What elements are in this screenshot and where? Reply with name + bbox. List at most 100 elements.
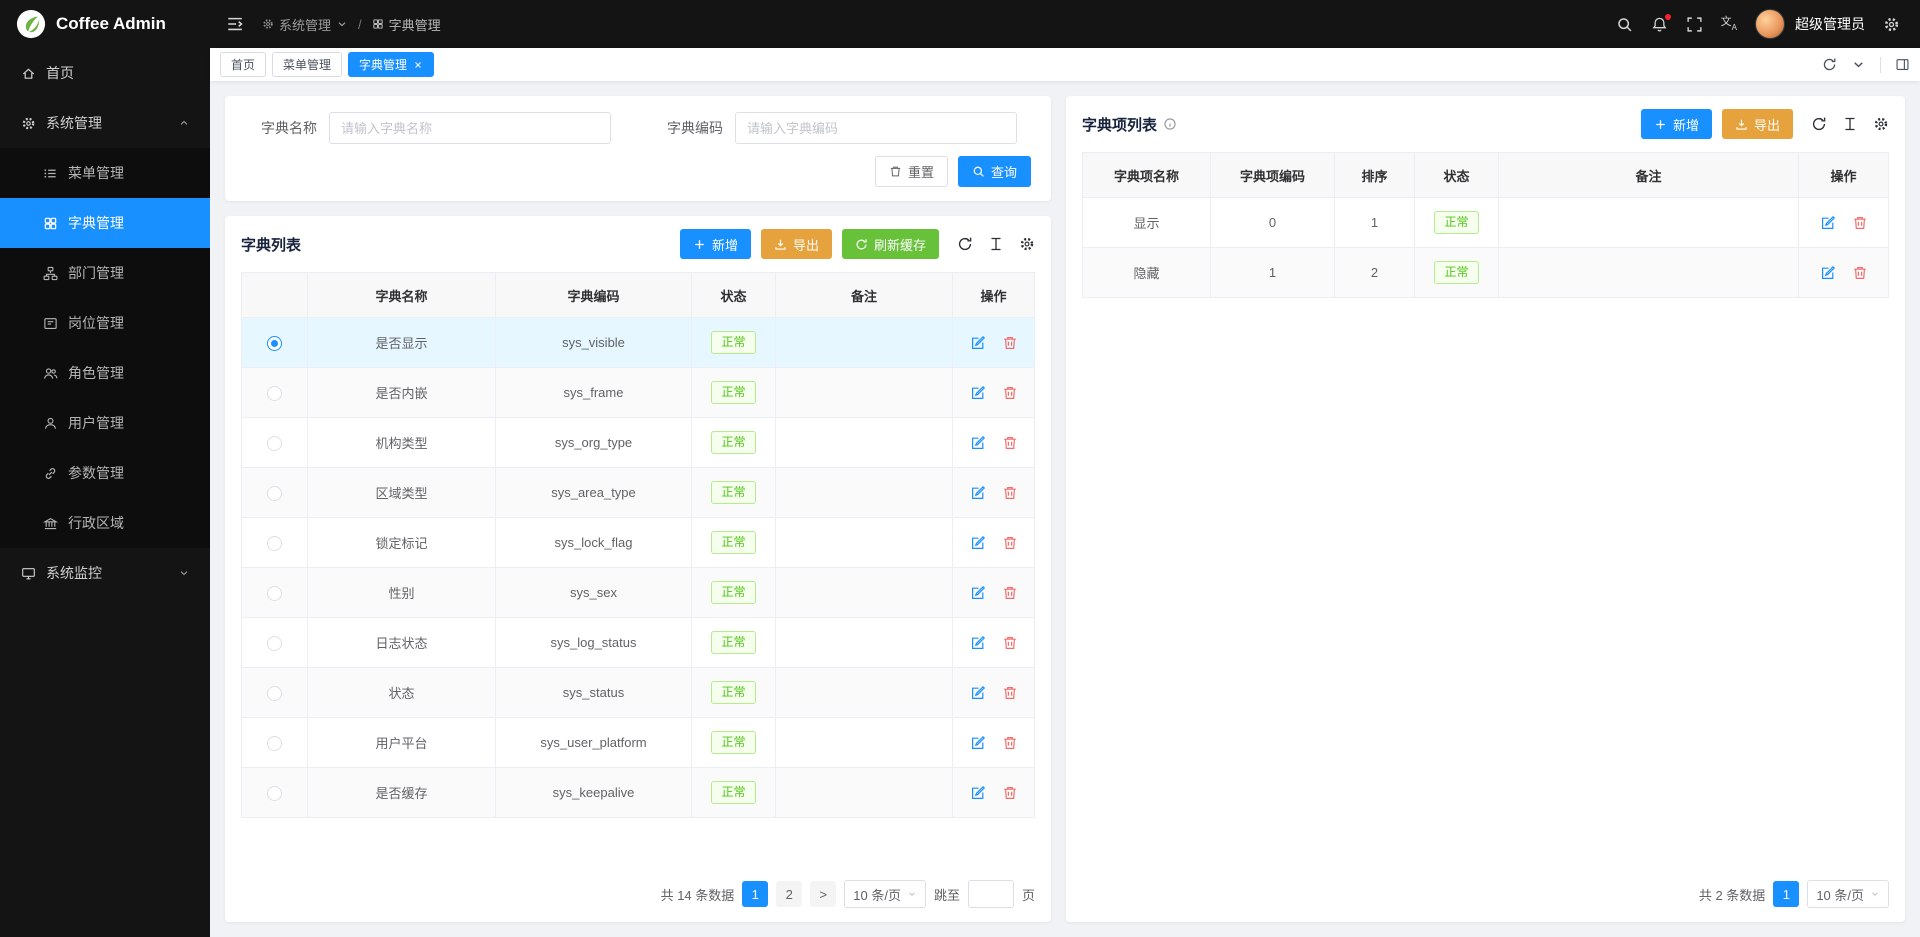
avatar[interactable] bbox=[1755, 9, 1785, 39]
edit-icon[interactable] bbox=[970, 785, 986, 801]
dict-code-cell: sys_user_platform bbox=[496, 718, 692, 768]
dict-name-input[interactable] bbox=[329, 112, 611, 144]
edit-icon[interactable] bbox=[970, 585, 986, 601]
edit-icon[interactable] bbox=[970, 335, 986, 351]
settings-gear-icon[interactable] bbox=[1883, 16, 1900, 33]
search-icon[interactable] bbox=[1616, 16, 1633, 33]
fullscreen-icon[interactable] bbox=[1686, 16, 1703, 33]
app-root: Coffee Admin 首页 系统管理 菜单管理 字典管理 bbox=[0, 0, 1920, 937]
table-row[interactable]: 是否缓存sys_keepalive正常 bbox=[242, 768, 1035, 818]
refresh-icon[interactable] bbox=[1822, 57, 1837, 72]
refresh-icon[interactable] bbox=[1811, 116, 1827, 132]
sidebar-item-system-monitor[interactable]: 系统监控 bbox=[0, 548, 210, 598]
table-row[interactable]: 日志状态sys_log_status正常 bbox=[242, 618, 1035, 668]
sidebar-item-home[interactable]: 首页 bbox=[0, 48, 210, 98]
sidebar-collapse-icon[interactable] bbox=[226, 15, 244, 33]
table-row[interactable]: 显示01正常 bbox=[1083, 198, 1889, 248]
tab-dict-management[interactable]: 字典管理 bbox=[348, 52, 434, 77]
row-radio[interactable] bbox=[267, 336, 282, 351]
delete-icon[interactable] bbox=[1002, 585, 1018, 601]
bell-icon[interactable] bbox=[1651, 16, 1668, 33]
delete-icon[interactable] bbox=[1002, 535, 1018, 551]
sidebar-item-dict-management[interactable]: 字典管理 bbox=[0, 198, 210, 248]
delete-icon[interactable] bbox=[1002, 335, 1018, 351]
translate-icon[interactable]: 文A bbox=[1721, 17, 1737, 32]
table-row[interactable]: 锁定标记sys_lock_flag正常 bbox=[242, 518, 1035, 568]
tab-home[interactable]: 首页 bbox=[220, 52, 266, 77]
edit-icon[interactable] bbox=[970, 535, 986, 551]
row-radio[interactable] bbox=[267, 486, 282, 501]
delete-icon[interactable] bbox=[1852, 265, 1868, 281]
sidebar-item-menu-management[interactable]: 菜单管理 bbox=[0, 148, 210, 198]
page-number-button[interactable]: 1 bbox=[1773, 881, 1799, 907]
row-radio[interactable] bbox=[267, 586, 282, 601]
row-radio[interactable] bbox=[267, 686, 282, 701]
sidebar-item-user-management[interactable]: 用户管理 bbox=[0, 398, 210, 448]
delete-icon[interactable] bbox=[1002, 385, 1018, 401]
query-button[interactable]: 查询 bbox=[958, 156, 1031, 187]
chevron-down-icon[interactable] bbox=[1851, 57, 1866, 72]
row-radio[interactable] bbox=[267, 536, 282, 551]
table-row[interactable]: 是否内嵌sys_frame正常 bbox=[242, 368, 1035, 418]
row-radio[interactable] bbox=[267, 436, 282, 451]
jump-label: 跳至 bbox=[934, 885, 960, 904]
delete-icon[interactable] bbox=[1002, 635, 1018, 651]
sidebar-item-post-management[interactable]: 岗位管理 bbox=[0, 298, 210, 348]
tab-menu-management[interactable]: 菜单管理 bbox=[272, 52, 342, 77]
column-settings-gear-icon[interactable] bbox=[1019, 236, 1035, 252]
table-row[interactable]: 隐藏12正常 bbox=[1083, 248, 1889, 298]
refresh-icon[interactable] bbox=[957, 236, 973, 252]
edit-icon[interactable] bbox=[970, 735, 986, 751]
row-radio[interactable] bbox=[267, 786, 282, 801]
close-icon[interactable] bbox=[413, 60, 423, 70]
info-icon[interactable] bbox=[1163, 117, 1177, 131]
jump-page-input[interactable] bbox=[968, 880, 1014, 908]
table-size-icon[interactable] bbox=[1842, 116, 1858, 132]
refresh-cache-button[interactable]: 刷新缓存 bbox=[842, 229, 939, 259]
table-size-icon[interactable] bbox=[988, 236, 1004, 252]
edit-icon[interactable] bbox=[970, 685, 986, 701]
table-row[interactable]: 用户平台sys_user_platform正常 bbox=[242, 718, 1035, 768]
edit-icon[interactable] bbox=[1820, 265, 1836, 281]
sidebar-item-role-management[interactable]: 角色管理 bbox=[0, 348, 210, 398]
row-radio[interactable] bbox=[267, 386, 282, 401]
export-button[interactable]: 导出 bbox=[761, 229, 832, 259]
dict-code-input[interactable] bbox=[735, 112, 1017, 144]
export-item-button[interactable]: 导出 bbox=[1722, 109, 1793, 139]
page-size-select[interactable]: 10 条/页 bbox=[1807, 880, 1889, 908]
delete-icon[interactable] bbox=[1852, 215, 1868, 231]
delete-icon[interactable] bbox=[1002, 485, 1018, 501]
sidebar-item-dept-management[interactable]: 部门管理 bbox=[0, 248, 210, 298]
divider bbox=[1880, 57, 1881, 73]
reset-button[interactable]: 重置 bbox=[875, 156, 948, 187]
column-settings-gear-icon[interactable] bbox=[1873, 116, 1889, 132]
breadcrumb-item-system[interactable]: 系统管理 bbox=[262, 15, 348, 34]
edit-icon[interactable] bbox=[970, 385, 986, 401]
edit-icon[interactable] bbox=[970, 485, 986, 501]
delete-icon[interactable] bbox=[1002, 685, 1018, 701]
table-row[interactable]: 性别sys_sex正常 bbox=[242, 568, 1035, 618]
table-row[interactable]: 机构类型sys_org_type正常 bbox=[242, 418, 1035, 468]
page-number-button[interactable]: 2 bbox=[776, 881, 802, 907]
next-page-button[interactable]: > bbox=[810, 881, 836, 907]
layout-fullscreen-icon[interactable] bbox=[1895, 57, 1910, 72]
edit-icon[interactable] bbox=[970, 435, 986, 451]
table-row[interactable]: 状态sys_status正常 bbox=[242, 668, 1035, 718]
dict-name-cell: 锁定标记 bbox=[308, 518, 496, 568]
edit-icon[interactable] bbox=[1820, 215, 1836, 231]
table-row[interactable]: 区域类型sys_area_type正常 bbox=[242, 468, 1035, 518]
page-size-select[interactable]: 10 条/页 bbox=[844, 880, 926, 908]
page-number-button[interactable]: 1 bbox=[742, 881, 768, 907]
row-radio[interactable] bbox=[267, 736, 282, 751]
sidebar-item-param-management[interactable]: 参数管理 bbox=[0, 448, 210, 498]
delete-icon[interactable] bbox=[1002, 785, 1018, 801]
row-radio[interactable] bbox=[267, 636, 282, 651]
edit-icon[interactable] bbox=[970, 635, 986, 651]
add-button[interactable]: 新增 bbox=[680, 229, 751, 259]
delete-icon[interactable] bbox=[1002, 435, 1018, 451]
delete-icon[interactable] bbox=[1002, 735, 1018, 751]
sidebar-item-region-management[interactable]: 行政区域 bbox=[0, 498, 210, 548]
add-item-button[interactable]: 新增 bbox=[1641, 109, 1712, 139]
sidebar-item-system-management[interactable]: 系统管理 bbox=[0, 98, 210, 148]
table-row[interactable]: 是否显示sys_visible正常 bbox=[242, 318, 1035, 368]
